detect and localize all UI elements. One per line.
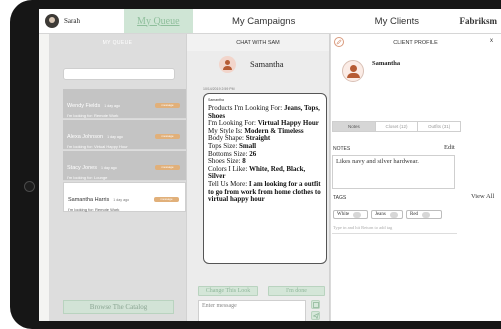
tab-notes[interactable]: Notes [333, 122, 376, 131]
message-line: Colors I Like: White, Red, Black, Silver [208, 165, 322, 181]
queue-item-subtitle: I'm looking for: Remote Work [67, 113, 119, 118]
queue-item[interactable]: Alexa Johnson 1 day ago I'm looking for: … [63, 120, 186, 150]
message-body: Products I'm Looking For: Jeans, Tops, S… [208, 104, 322, 204]
tag-remove-toggle[interactable] [353, 211, 362, 218]
queue-item-name: Samantha Harris [68, 197, 110, 203]
tag-input-underline [332, 233, 457, 234]
tag-label: Red [410, 212, 419, 217]
message-input[interactable]: Enter message [198, 300, 306, 321]
message-badge[interactable]: message [155, 165, 180, 170]
notes-label: NOTES [333, 146, 351, 152]
chat-user-avatar [219, 55, 236, 73]
image-icon [312, 301, 319, 308]
client-avatar [342, 60, 364, 82]
tab-my-campaigns[interactable]: My Campaigns [193, 9, 334, 33]
notes-edit-link[interactable]: Edit [444, 144, 455, 151]
profile-header: CLIENT PROFILE [393, 39, 438, 46]
tag-input[interactable]: Type in and hit Return to add tag [333, 225, 392, 230]
attach-button[interactable] [311, 300, 320, 309]
message-badge[interactable]: message [155, 103, 180, 108]
top-nav: Sarah My Queue My Campaigns My Clients F… [39, 9, 501, 34]
field-value: 26 [249, 149, 257, 158]
queue-item[interactable]: Wendy Fields 1 day ago I'm looking for: R… [63, 89, 186, 119]
app-screen: Sarah My Queue My Campaigns My Clients F… [39, 9, 501, 321]
client-profile-panel: CLIENT PROFILE x Samantha Notes Closet (… [330, 34, 501, 321]
message-badge[interactable]: message [154, 197, 179, 202]
tag-list: White Jeans Red [333, 210, 442, 219]
message-badge[interactable]: message [155, 134, 180, 139]
chat-panel: CHAT WITH SAM Samantha 10/14/2019 2:59 P… [186, 34, 330, 321]
close-icon[interactable]: x [490, 38, 493, 44]
tag-chip[interactable]: Jeans [371, 210, 403, 219]
queue-item-time: 1 day ago [104, 104, 121, 108]
browse-catalog-button[interactable]: Browse The Catalog [63, 300, 174, 314]
tab-outfits[interactable]: Outfits (31) [418, 122, 460, 131]
tags-view-all-link[interactable]: View All [471, 193, 494, 200]
message-line: Tell Us More: I am looking for a outfit … [208, 180, 322, 204]
queue-item-subtitle: I'm looking for: Virtual Happy Hour [67, 144, 128, 149]
divider [330, 34, 331, 321]
queue-item-time: 1 day ago [113, 198, 130, 202]
notes-field[interactable]: Likes navy and silver hardwear. [332, 155, 455, 189]
user-avatar [45, 14, 59, 28]
queue-search-input[interactable] [63, 68, 175, 80]
message-sender: Samantha [208, 98, 224, 102]
tag-chip[interactable]: Red [406, 210, 442, 219]
tag-remove-toggle[interactable] [389, 211, 398, 218]
tab-my-clients[interactable]: My Clients [334, 9, 459, 33]
home-button[interactable] [24, 181, 35, 192]
chat-user: Samantha [187, 51, 331, 77]
tag-remove-toggle[interactable] [422, 211, 431, 218]
tab-my-queue[interactable]: My Queue [123, 9, 194, 33]
message-bubble: Samantha Products I'm Looking For: Jeans… [203, 93, 327, 264]
queue-item[interactable]: Stacy Jones 1 day ago I'm looking for: Lo… [63, 151, 186, 181]
tag-label: Jeans [375, 212, 386, 217]
message-line: Products I'm Looking For: Jeans, Tops, S… [208, 104, 322, 120]
send-icon [312, 312, 319, 319]
queue-item-name: Wendy Fields [67, 103, 101, 109]
brand-logo[interactable]: Fabriksm [459, 9, 501, 33]
send-button[interactable] [311, 311, 320, 320]
chat-user-name: Samantha [250, 59, 284, 69]
queue-item-time: 1 day ago [107, 135, 123, 139]
queue-item-selected[interactable]: Samantha Harris 1 day ago I'm looking for… [63, 182, 186, 212]
profile-tabs: Notes Closet (12) Outfits (31) [332, 121, 461, 132]
tags-label: TAGS [333, 195, 347, 201]
queue-item-name: Alexa Johnson [67, 134, 104, 140]
message-timestamp: 10/14/2019 2:59 PM [203, 87, 235, 91]
tag-chip[interactable]: White [333, 210, 368, 219]
tab-closet[interactable]: Closet (12) [376, 122, 419, 131]
queue-item-subtitle: I'm looking for: Remote Work [68, 207, 120, 212]
queue-header: MY QUEUE [102, 39, 133, 46]
nav-user[interactable]: Sarah [39, 9, 124, 33]
queue-item-time: 1 day ago [100, 166, 117, 170]
client-name: Samantha [372, 60, 401, 67]
nav-user-name: Sarah [64, 17, 80, 25]
queue-item-name: Stacy Jones [67, 165, 97, 171]
chat-actions: Change This Look I'm done [198, 286, 325, 296]
tag-label: White [337, 212, 350, 217]
done-button[interactable]: I'm done [268, 286, 325, 296]
queue-item-subtitle: I'm looking for: Lounge [67, 175, 108, 180]
change-look-button[interactable]: Change This Look [198, 286, 258, 296]
chat-header: CHAT WITH SAM [187, 34, 329, 51]
